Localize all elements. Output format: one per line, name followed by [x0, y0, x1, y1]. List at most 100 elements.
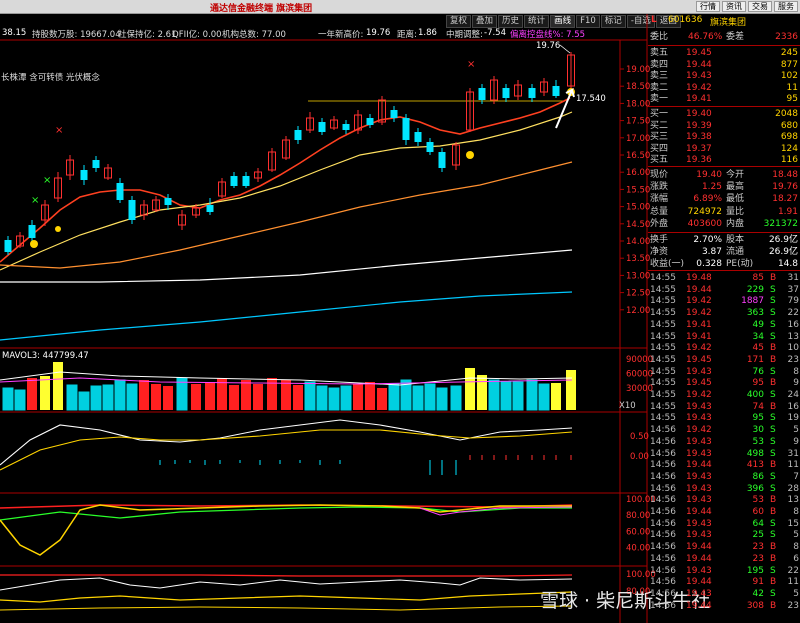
tick-time: 14:56 — [650, 471, 676, 482]
tick-row: 14:56 19.44 23 B 6 — [648, 554, 800, 565]
tick-price: 19.44 — [686, 600, 712, 611]
macd-axis-label: 0.50 — [630, 432, 649, 442]
tick-side: B — [770, 401, 777, 412]
tick-time: 14:55 — [650, 354, 676, 365]
tick-row: 14:55 19.48 85 B 31 — [648, 273, 800, 284]
volume-unit: X10 — [619, 401, 636, 411]
volume-bar — [304, 381, 316, 411]
volume-bar — [566, 370, 576, 410]
tick-price: 19.43 — [686, 518, 712, 529]
bid-row: 买五 19.36 116 — [648, 155, 800, 166]
tick-time: 14:55 — [650, 413, 676, 424]
tick-count: 5 — [793, 530, 799, 541]
ask-label: 卖三 — [650, 71, 669, 81]
tick-volume: 23 — [752, 553, 764, 564]
tick-time: 14:56 — [650, 588, 676, 599]
price-axis-label: 16.50 — [626, 151, 650, 161]
tick-volume: 53 — [752, 436, 764, 447]
tick-side: S — [770, 425, 776, 436]
tick-side: S — [770, 390, 776, 400]
sell-marker-x: × — [55, 125, 63, 136]
tick-side: S — [770, 284, 776, 295]
tick-side: S — [770, 436, 776, 447]
tick-row: 14:56 19.43 53 B 13 — [648, 495, 800, 506]
volume-bar — [102, 384, 114, 411]
tick-side: S — [770, 413, 776, 424]
tick-row: 14:56 19.44 60 B 8 — [648, 507, 800, 518]
tick-price: 19.43 — [686, 366, 712, 377]
bid-row: 买一 19.40 2048 — [648, 109, 800, 120]
divider — [648, 106, 800, 107]
tick-row: 14:56 19.43 64 S 15 — [648, 519, 800, 530]
tick-volume: 30 — [752, 425, 764, 436]
candle-body — [552, 86, 560, 96]
tick-count: 8 — [793, 366, 799, 377]
tick-count: 31 — [787, 448, 799, 459]
volume-bar — [436, 387, 448, 411]
stat-label: 量比 — [726, 206, 745, 217]
tick-price: 19.42 — [686, 296, 712, 307]
tick-price: 19.42 — [686, 425, 712, 436]
tick-side: S — [770, 366, 776, 377]
tick-price: 19.45 — [686, 354, 712, 365]
ask-price: 19.45 — [686, 48, 712, 58]
tick-price: 19.43 — [686, 483, 712, 494]
macd-axis-label: 0.00 — [630, 452, 649, 462]
stat-label: PE(动) — [726, 258, 754, 269]
tick-price: 19.41 — [686, 331, 712, 342]
price-axis-label: 17.00 — [626, 134, 650, 144]
divider — [648, 232, 800, 233]
ask-price: 19.44 — [686, 59, 712, 70]
volume-bar — [377, 388, 387, 410]
tick-volume: 45 — [752, 343, 764, 354]
tick-time: 14:56 — [650, 553, 676, 564]
price-axis-label: 15.50 — [626, 185, 650, 195]
divider — [648, 166, 800, 167]
volume-bar — [365, 382, 375, 410]
ask-volume: 877 — [780, 59, 798, 70]
tick-time: 14:56 — [650, 495, 676, 506]
tick-row: 14:55 19.43 76 S 8 — [648, 367, 800, 378]
bid-label: 买四 — [650, 143, 669, 154]
tick-price: 19.45 — [686, 378, 712, 389]
volume-bar — [151, 384, 161, 410]
tick-price: 19.42 — [686, 390, 712, 400]
tick-count: 16 — [787, 319, 799, 330]
tick-volume: 76 — [752, 366, 764, 377]
tick-side: S — [770, 565, 776, 576]
price-axis-label: 13.50 — [626, 254, 650, 264]
tick-price: 19.42 — [686, 308, 712, 319]
tick-time: 14:56 — [650, 425, 676, 436]
tick-volume: 308 — [746, 600, 764, 611]
dot-marker — [55, 226, 61, 232]
tick-volume: 25 — [752, 530, 764, 541]
tick-time: 14:56 — [650, 600, 676, 611]
bid-volume: 698 — [780, 132, 798, 142]
candle-body — [80, 170, 88, 180]
stat-label: 股本 — [726, 235, 745, 245]
osc-line-yellow-2 — [0, 605, 573, 611]
tick-time: 14:56 — [650, 565, 676, 576]
volume-bar — [27, 378, 37, 410]
high-pointer — [559, 44, 571, 54]
stat-label: 换手 — [650, 235, 669, 245]
tick-volume: 34 — [752, 331, 764, 342]
tick-price: 19.48 — [686, 273, 712, 283]
bid-row: 买四 19.37 124 — [648, 144, 800, 155]
ask-label: 卖一 — [650, 94, 669, 104]
stat-row: 换手 2.70% 股本 26.9亿 — [648, 235, 800, 246]
stat-label: 净资 — [650, 246, 669, 257]
tick-time: 14:55 — [650, 401, 676, 412]
tick-volume: 95 — [752, 413, 764, 424]
ma10-line — [0, 111, 573, 271]
tick-time: 14:56 — [650, 530, 676, 541]
stat-value: 19.76 — [772, 182, 798, 193]
tick-side: B — [770, 577, 777, 588]
ask-price: 19.41 — [686, 94, 712, 104]
stat-value: 1.25 — [701, 182, 722, 193]
candle-body — [342, 124, 350, 130]
stat-value: 1.91 — [777, 206, 798, 217]
tick-row: 14:55 19.43 74 B 16 — [648, 402, 800, 413]
bid-label: 买三 — [650, 132, 669, 142]
tick-volume: 396 — [746, 483, 764, 494]
